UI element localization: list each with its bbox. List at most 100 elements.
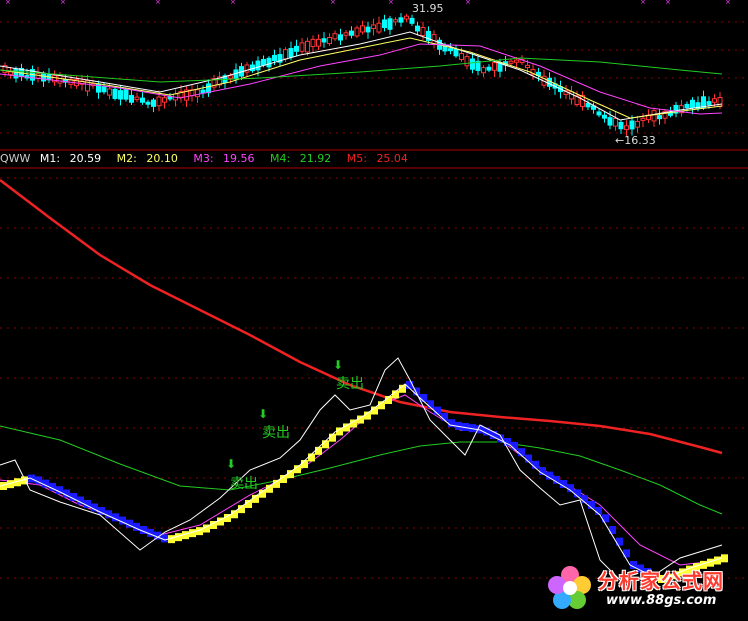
- sell-arrow-icon: ⬇: [333, 358, 343, 372]
- watermark-title: 分析家公式网: [598, 569, 724, 593]
- candle: [415, 25, 420, 32]
- candle: [327, 36, 332, 45]
- ma-line-magenta: [0, 43, 723, 115]
- candle: [107, 88, 112, 96]
- indicator-step-bar: [546, 471, 553, 480]
- candle: [299, 42, 305, 52]
- candle: [349, 30, 354, 36]
- low-price-label: ←16.33: [615, 134, 656, 147]
- candle: [8, 71, 13, 76]
- candle: [404, 15, 409, 20]
- candle: [629, 120, 635, 130]
- top-marker: ×: [60, 0, 66, 6]
- legend-m1: M1: 20.59: [39, 152, 102, 165]
- sell-signal: ⬇ 卖出: [258, 407, 290, 441]
- candle: [602, 114, 607, 119]
- candle: [514, 59, 519, 63]
- legend-m3: M3: 19.56: [193, 152, 255, 165]
- candle: [387, 18, 393, 30]
- candle: [398, 17, 404, 23]
- indicator-step-bar: [609, 526, 616, 534]
- candle: [310, 38, 316, 47]
- candle: [492, 62, 497, 71]
- candle: [123, 89, 129, 100]
- top-marker: ×: [665, 0, 671, 6]
- candle: [162, 97, 167, 103]
- candle: [338, 34, 343, 41]
- watermark-url: www.88gs.com: [606, 593, 717, 608]
- candle: [118, 90, 123, 100]
- indicator-step-bar: [560, 480, 567, 488]
- sell-signal-label: 卖出: [336, 376, 364, 392]
- candle: [712, 98, 717, 103]
- candle: [706, 101, 712, 106]
- candle: [195, 89, 200, 98]
- candle: [624, 125, 629, 131]
- candle: [657, 115, 662, 120]
- candle: [717, 96, 723, 107]
- candle: [409, 17, 415, 24]
- top-marker: ×: [230, 0, 236, 6]
- candle: [255, 60, 261, 71]
- candle: [206, 83, 211, 94]
- candle: [321, 38, 327, 43]
- candle: [112, 88, 118, 99]
- candle: [140, 97, 145, 103]
- sell-arrow-icon: ⬇: [258, 407, 268, 421]
- candle: [316, 38, 321, 47]
- candle: [613, 117, 618, 127]
- candle: [684, 103, 690, 109]
- indicator-legend: QWW M1: 20.59 M2: 20.10 M3: 19.56 M4: 21…: [0, 152, 420, 166]
- candle: [459, 53, 464, 60]
- candle: [228, 75, 233, 79]
- candle: [382, 19, 387, 29]
- top-marker: ×: [465, 0, 471, 6]
- candle: [640, 117, 646, 121]
- indicator-panel: [0, 179, 728, 583]
- sell-signal: ⬇ 卖出: [226, 457, 258, 492]
- sell-signal-label: 卖出: [230, 476, 258, 492]
- legend-m4: M4: 21.92: [270, 152, 332, 165]
- candle: [585, 102, 591, 108]
- candle: [376, 22, 382, 33]
- candle: [129, 94, 134, 103]
- sell-arrow-icon: ⬇: [226, 457, 236, 471]
- candle: [200, 89, 206, 94]
- top-marker: ×: [5, 0, 11, 6]
- candle: [393, 19, 398, 23]
- flower-logo-icon: [548, 566, 591, 609]
- candle: [261, 58, 266, 66]
- candle: [481, 67, 486, 74]
- candle: [288, 47, 294, 58]
- indicator-line-m5: [0, 179, 723, 455]
- high-price-label: 31.95: [412, 2, 444, 15]
- candle: [13, 68, 19, 79]
- top-marker: ×: [725, 0, 731, 6]
- candle: [151, 99, 156, 107]
- candle: [332, 33, 338, 40]
- top-marker: ×: [330, 0, 336, 6]
- candle: [470, 58, 475, 70]
- indicator-step-bar: [602, 514, 609, 523]
- candle: [508, 60, 514, 64]
- candle: [294, 45, 299, 52]
- candle: [618, 121, 624, 130]
- candle: [596, 111, 602, 116]
- price-panel: × × × × × × × × × ×: [0, 0, 731, 136]
- candle: [453, 48, 459, 57]
- legend-m2: M2: 20.10: [116, 152, 178, 165]
- ma-line-green: [0, 57, 723, 83]
- candle: [354, 27, 360, 37]
- candle: [156, 96, 162, 107]
- top-marker: ×: [155, 0, 161, 6]
- candle: [305, 40, 310, 53]
- candle: [525, 64, 530, 69]
- sell-signal-label: 卖出: [262, 425, 290, 441]
- indicator-step-bar: [553, 475, 560, 484]
- candle: [690, 99, 695, 109]
- candle: [134, 96, 140, 101]
- candle: [360, 25, 365, 33]
- stock-chart: × × × × × × × × × × 31.95 ←16.33 ⬇ 卖出 ⬇ 卖出 ⬇ 卖出: [0, 0, 748, 583]
- candle: [101, 86, 107, 93]
- indicator-name: QWW: [0, 152, 31, 165]
